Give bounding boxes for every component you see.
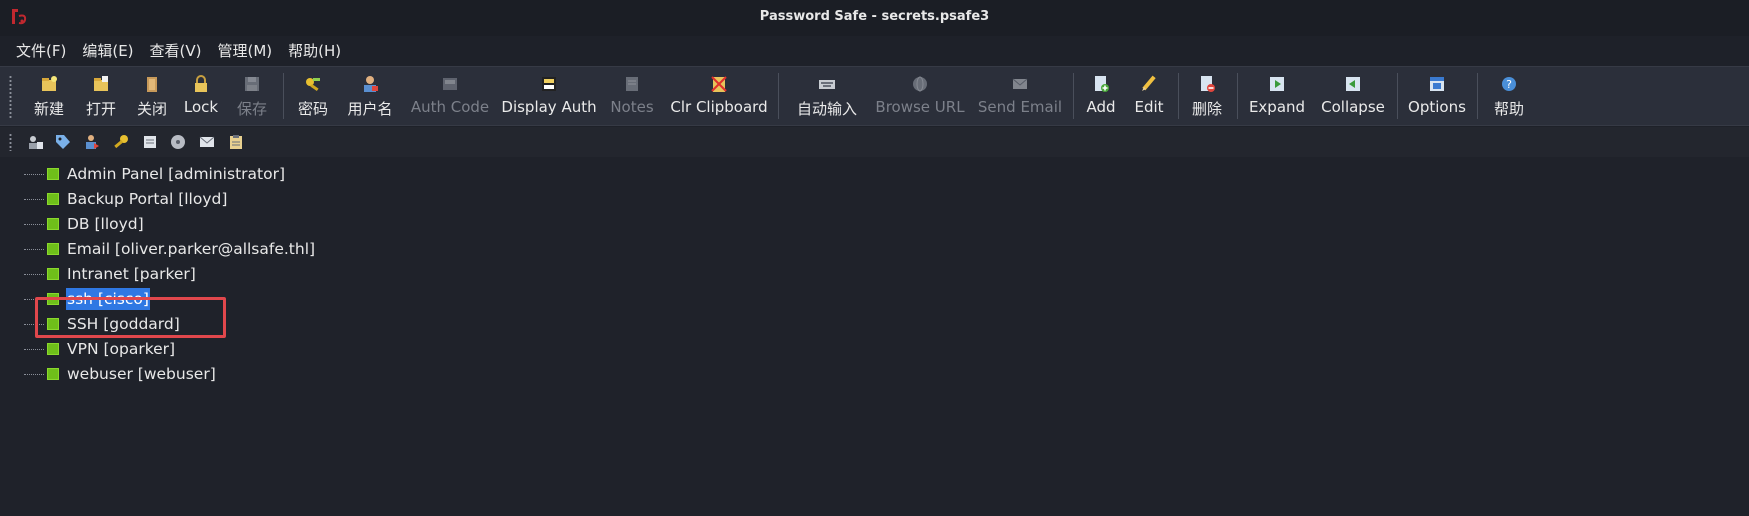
- window-title: Password Safe - secrets.psafe3: [759, 9, 990, 24]
- menu-bar: 文件(F) 编辑(E) 查看(V) 管理(M) 帮助(H): [0, 36, 1749, 66]
- toolbar-separator: [1477, 73, 1478, 119]
- menu-edit[interactable]: 编辑(E): [74, 38, 141, 64]
- entry-label[interactable]: DB [lloyd]: [66, 213, 145, 235]
- menu-file[interactable]: 文件(F): [8, 38, 74, 64]
- delete-entry-button[interactable]: 删除: [1186, 67, 1228, 125]
- auth-code-button[interactable]: Auth Code: [410, 67, 490, 125]
- save-button[interactable]: 保存: [231, 67, 273, 125]
- notes-button[interactable]: Notes: [606, 67, 658, 125]
- open-button[interactable]: 打开: [80, 67, 122, 125]
- clear-clipboard-button[interactable]: Clr Clipboard: [667, 67, 771, 125]
- envelope-icon[interactable]: [198, 133, 216, 151]
- toolbar-separator: [283, 73, 284, 119]
- toolbar-separator: [1178, 73, 1179, 119]
- entry-label[interactable]: Admin Panel [administrator]: [66, 163, 286, 185]
- auth-code-icon: [443, 78, 457, 90]
- menu-help[interactable]: 帮助(H): [280, 38, 349, 64]
- entry-label[interactable]: Backup Portal [lloyd]: [66, 188, 228, 210]
- delete-entry-icon: [1201, 76, 1215, 92]
- entry-label[interactable]: Intranet [parker]: [66, 263, 197, 285]
- disc-icon[interactable]: [169, 133, 187, 151]
- display-auth-icon: [542, 77, 556, 91]
- toolbar-separator: [778, 73, 779, 119]
- email-icon: [1012, 78, 1028, 89]
- send-email-button[interactable]: Send Email: [975, 67, 1065, 125]
- options-icon: [1430, 77, 1444, 91]
- tree-connector: [24, 349, 44, 350]
- notes-icon: [626, 77, 638, 91]
- entry-leaf-icon: [47, 243, 59, 255]
- expand-icon: [1270, 77, 1284, 91]
- toolbar-separator: [1397, 73, 1398, 119]
- toolbar-separator: [1073, 73, 1074, 119]
- title-bar: Password Safe - secrets.psafe3: [0, 0, 1749, 36]
- entry-leaf-icon: [47, 343, 59, 355]
- save-icon: [245, 77, 259, 91]
- lock-icon: [195, 75, 207, 92]
- edit-entry-button[interactable]: Edit: [1129, 67, 1169, 125]
- entry-label[interactable]: webuser [webuser]: [66, 363, 217, 385]
- clear-clipboard-icon: [711, 76, 727, 92]
- tree-connector: [24, 274, 44, 275]
- key-icon: [306, 78, 320, 92]
- key-small-icon[interactable]: [112, 133, 130, 151]
- copy-user-icon[interactable]: [26, 133, 44, 151]
- tree-connector: [24, 374, 44, 375]
- expand-button[interactable]: Expand: [1245, 67, 1309, 125]
- tree-connector: [24, 224, 44, 225]
- tree-connector: [24, 249, 44, 250]
- toolbar-grip[interactable]: [9, 75, 12, 119]
- entry-leaf-icon: [47, 168, 59, 180]
- new-icon: [42, 76, 57, 91]
- help-icon: ?: [1502, 77, 1516, 91]
- tag-icon[interactable]: [54, 133, 72, 151]
- entry-leaf-icon: [47, 368, 59, 380]
- clipboard-icon[interactable]: [227, 133, 245, 151]
- globe-icon: [913, 76, 927, 92]
- collapse-button[interactable]: Collapse: [1318, 67, 1388, 125]
- entry-leaf-icon: [47, 193, 59, 205]
- edit-pencil-icon: [1142, 75, 1156, 91]
- new-button[interactable]: 新建: [28, 67, 70, 125]
- open-folder-icon: [94, 76, 108, 91]
- help-button[interactable]: ? 帮助: [1488, 67, 1530, 125]
- toolbar-separator: [1237, 73, 1238, 119]
- add-entry-button[interactable]: Add: [1081, 67, 1121, 125]
- copy-password-button[interactable]: 密码: [292, 67, 334, 125]
- tree-connector: [24, 199, 44, 200]
- user-icon: [364, 76, 378, 92]
- lock-button[interactable]: Lock: [180, 67, 222, 125]
- close-db-icon: [147, 77, 157, 92]
- annotation-highlight-box: [35, 297, 226, 338]
- menu-view[interactable]: 查看(V): [142, 38, 210, 64]
- entry-leaf-icon: [47, 268, 59, 280]
- browse-url-button[interactable]: Browse URL: [872, 67, 968, 125]
- entry-leaf-icon: [47, 218, 59, 230]
- display-auth-button[interactable]: Display Auth: [501, 67, 597, 125]
- user-run-icon[interactable]: [82, 133, 100, 151]
- main-toolbar: 新建 打开 关闭 Lock 保存 密码 用户名 Auth Code Displa…: [0, 66, 1749, 126]
- autotype-icon: [819, 80, 835, 89]
- note-icon[interactable]: [141, 133, 159, 151]
- entry-tree: Admin Panel [administrator] Backup Porta…: [0, 157, 1749, 516]
- copy-username-button[interactable]: 用户名: [343, 67, 397, 125]
- add-entry-icon: [1095, 76, 1109, 92]
- options-button[interactable]: Options: [1405, 67, 1469, 125]
- entry-label[interactable]: Email [oliver.parker@allsafe.thl]: [66, 238, 316, 260]
- menu-manage[interactable]: 管理(M): [210, 38, 281, 64]
- secondary-toolbar: [0, 127, 1749, 157]
- close-button[interactable]: 关闭: [131, 67, 173, 125]
- svg-text:?: ?: [1506, 78, 1512, 91]
- toolbar-grip[interactable]: [9, 133, 12, 151]
- collapse-icon: [1346, 77, 1360, 91]
- entry-label[interactable]: VPN [oparker]: [66, 338, 176, 360]
- tree-connector: [24, 174, 44, 175]
- autotype-button[interactable]: 自动输入: [789, 67, 865, 125]
